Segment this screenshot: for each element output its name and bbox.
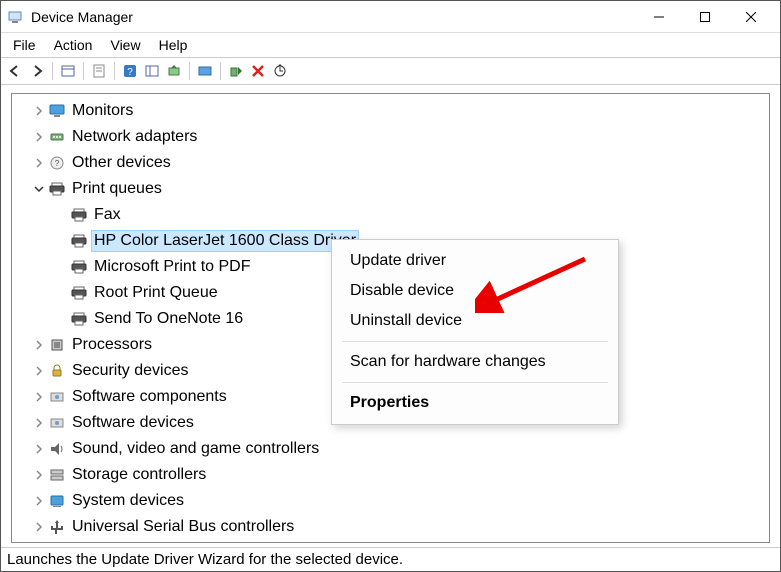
statusbar: Launches the Update Driver Wizard for th…	[1, 547, 780, 571]
tree-node-label: Microsoft Print to PDF	[92, 257, 252, 277]
context-menu-item[interactable]: Scan for hardware changes	[332, 347, 618, 377]
chevron-right-icon[interactable]	[32, 442, 46, 456]
chevron-right-icon[interactable]	[32, 494, 46, 508]
tree-node[interactable]: Network adapters	[18, 124, 769, 150]
titlebar: Device Manager	[1, 1, 780, 33]
usb-icon	[48, 519, 66, 535]
security-icon	[48, 363, 66, 379]
menu-file[interactable]: File	[5, 35, 44, 55]
chevron-right-icon[interactable]	[32, 416, 46, 430]
app-icon	[7, 9, 23, 25]
chevron-right-icon[interactable]	[32, 104, 46, 118]
monitor-icon	[48, 103, 66, 119]
tree-node-label: Print queues	[70, 179, 164, 199]
tree-node[interactable]: Sound, video and game controllers	[18, 436, 769, 462]
window-controls	[636, 2, 774, 32]
chevron-down-icon[interactable]	[32, 182, 46, 196]
tree-node[interactable]: Universal Serial Bus controllers	[18, 514, 769, 540]
chevron-right-icon[interactable]	[32, 390, 46, 404]
menu-action[interactable]: Action	[46, 35, 101, 55]
close-button[interactable]	[728, 2, 774, 32]
toolbar-properties-icon[interactable]	[89, 61, 109, 81]
chevron-right-icon[interactable]	[32, 130, 46, 144]
toolbar-separator	[189, 62, 190, 80]
printer-icon	[70, 311, 88, 327]
chevron-right-icon[interactable]	[32, 468, 46, 482]
tree-node-label: Storage controllers	[70, 465, 208, 485]
tree-node-label: HP Color LaserJet 1600 Class Driver	[92, 231, 358, 251]
context-menu: Update driverDisable deviceUninstall dev…	[331, 239, 619, 425]
context-menu-separator	[342, 341, 608, 342]
toolbar-show-hidden-icon[interactable]	[58, 61, 78, 81]
toolbar: ?	[1, 57, 780, 85]
context-menu-item[interactable]: Disable device	[332, 276, 618, 306]
toolbar-back-icon[interactable]	[5, 61, 25, 81]
toolbar-help-icon[interactable]: ?	[120, 61, 140, 81]
tree-node-label: Security devices	[70, 361, 191, 381]
tree-node-label: Root Print Queue	[92, 283, 220, 303]
chevron-right-icon[interactable]	[32, 156, 46, 170]
cpu-icon	[48, 337, 66, 353]
tree-node-label: Processors	[70, 335, 154, 355]
minimize-button[interactable]	[636, 2, 682, 32]
toolbar-enable-icon[interactable]	[226, 61, 246, 81]
component-icon	[48, 389, 66, 405]
tree-node[interactable]: Monitors	[18, 98, 769, 124]
menu-view[interactable]: View	[102, 35, 148, 55]
tree-node-label: Monitors	[70, 101, 135, 121]
toolbar-refresh-icon[interactable]	[142, 61, 162, 81]
statusbar-text: Launches the Update Driver Wizard for th…	[7, 551, 403, 568]
printer-icon	[70, 207, 88, 223]
toolbar-separator	[220, 62, 221, 80]
sound-icon	[48, 441, 66, 457]
storage-icon	[48, 467, 66, 483]
toolbar-separator	[114, 62, 115, 80]
tree-node-label: Universal Serial Bus controllers	[70, 517, 296, 537]
context-menu-item[interactable]: Update driver	[332, 246, 618, 276]
menubar: File Action View Help	[1, 33, 780, 57]
tree-node[interactable]: ? Other devices	[18, 150, 769, 176]
tree-node[interactable]: Print queues	[18, 176, 769, 202]
tree-node-label: Sound, video and game controllers	[70, 439, 321, 459]
tree-node-label: Send To OneNote 16	[92, 309, 245, 329]
context-menu-item[interactable]: Properties	[332, 388, 618, 418]
menu-help[interactable]: Help	[151, 35, 196, 55]
printer-icon	[70, 233, 88, 249]
printer-icon	[70, 285, 88, 301]
svg-text:?: ?	[127, 67, 133, 78]
toolbar-update-driver-icon[interactable]	[164, 61, 184, 81]
tree-node[interactable]: Fax	[18, 202, 769, 228]
tree-node-label: Fax	[92, 205, 123, 225]
tree-node[interactable]: Storage controllers	[18, 462, 769, 488]
context-menu-separator	[342, 382, 608, 383]
svg-text:?: ?	[55, 159, 60, 168]
printer-icon	[48, 181, 66, 197]
tree-node-label: Software devices	[70, 413, 196, 433]
tree-node-label: System devices	[70, 491, 186, 511]
tree-node-label: Network adapters	[70, 127, 199, 147]
tree-node-label: Other devices	[70, 153, 173, 173]
toolbar-separator	[52, 62, 53, 80]
system-icon	[48, 493, 66, 509]
component-icon	[48, 415, 66, 431]
printer-icon	[70, 259, 88, 275]
chevron-right-icon[interactable]	[32, 338, 46, 352]
maximize-button[interactable]	[682, 2, 728, 32]
tree-node-label: Software components	[70, 387, 229, 407]
chevron-right-icon[interactable]	[32, 364, 46, 378]
toolbar-separator	[83, 62, 84, 80]
toolbar-forward-icon[interactable]	[27, 61, 47, 81]
unknown-icon: ?	[48, 155, 66, 171]
tree-node[interactable]: System devices	[18, 488, 769, 514]
toolbar-scan-icon[interactable]	[270, 61, 290, 81]
network-icon	[48, 129, 66, 145]
chevron-right-icon[interactable]	[32, 520, 46, 534]
toolbar-uninstall-icon[interactable]	[248, 61, 268, 81]
context-menu-item[interactable]: Uninstall device	[332, 306, 618, 336]
toolbar-remote-icon[interactable]	[195, 61, 215, 81]
window-title: Device Manager	[31, 9, 636, 25]
